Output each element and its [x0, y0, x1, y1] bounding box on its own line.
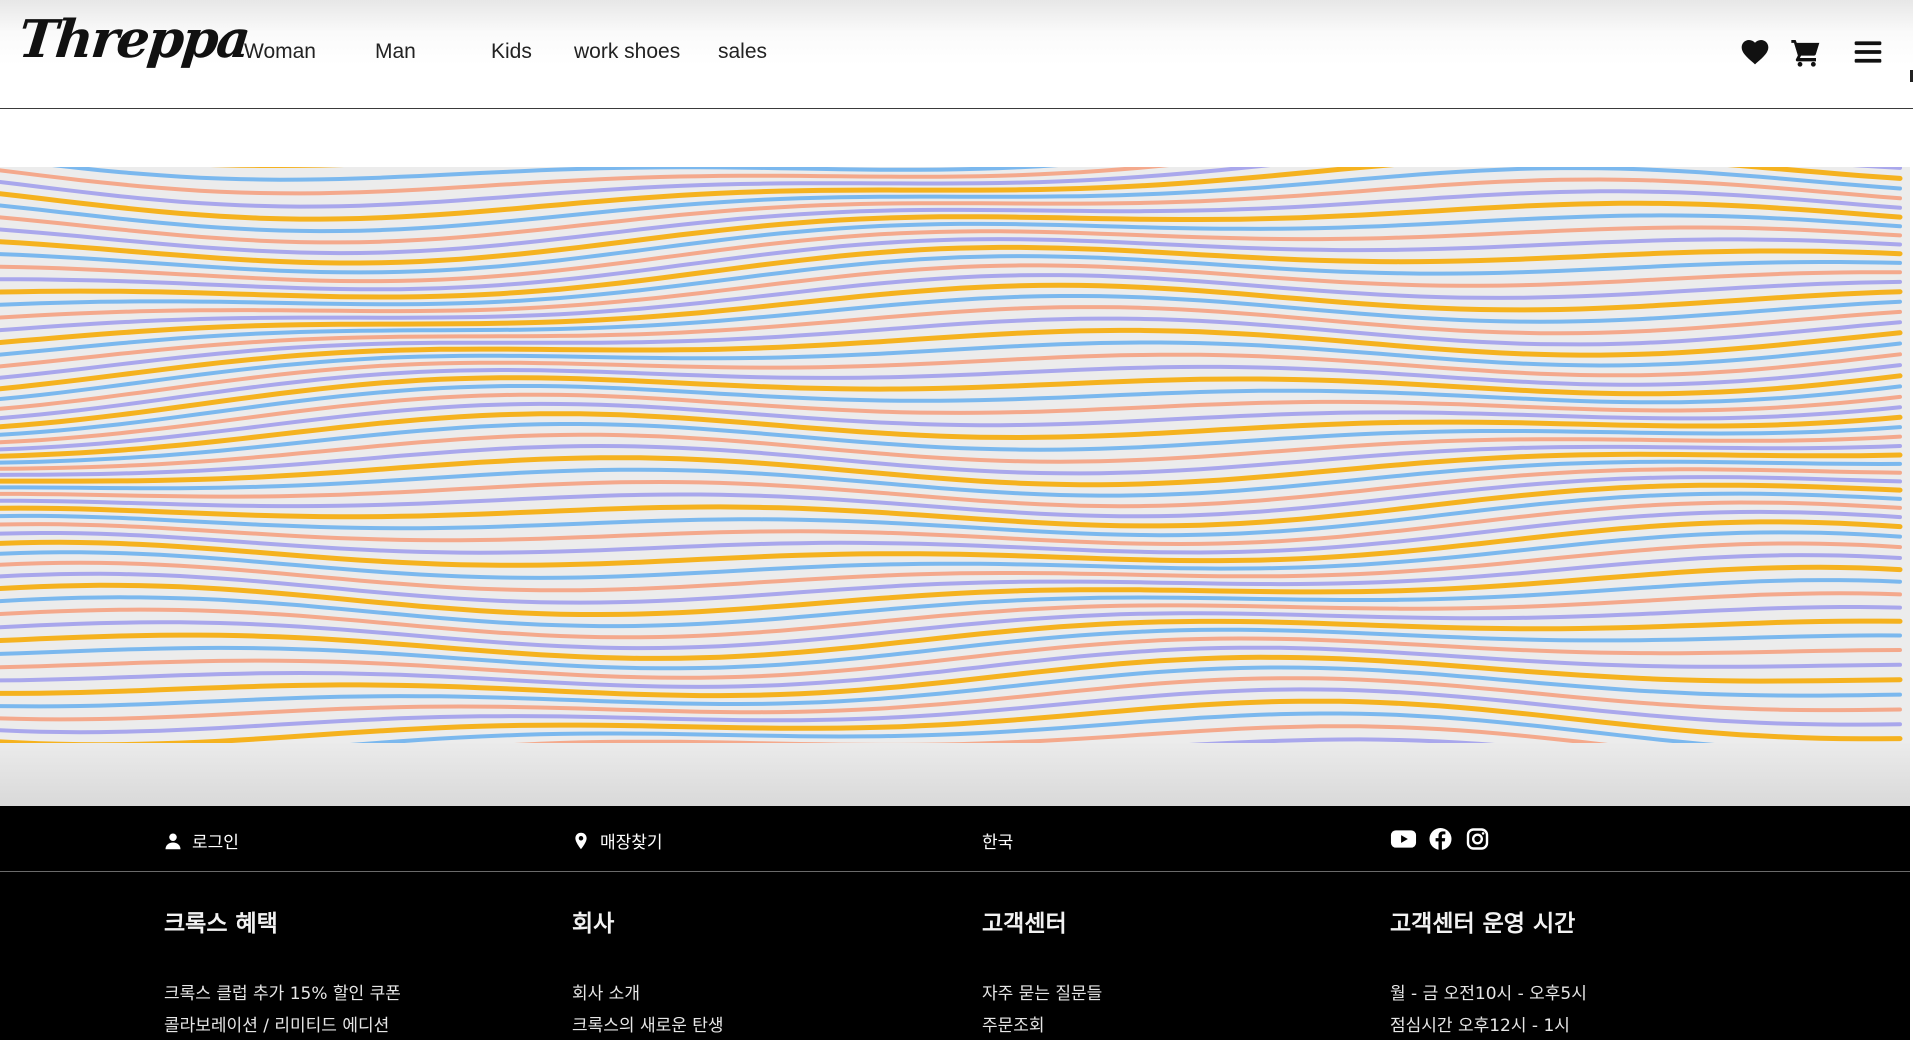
social-links: [1390, 827, 1491, 851]
user-icon: [164, 832, 182, 850]
footer-company-column: 회사 회사 소개 크록스의 새로운 탄생: [572, 904, 724, 1040]
login-label: 로그인: [192, 833, 239, 853]
region-label: 한국: [982, 833, 1014, 853]
store-finder-label: 매장찾기: [600, 833, 663, 853]
store-finder-link[interactable]: 매장찾기: [572, 828, 663, 853]
footer-hours-title: 고객센터 운영 시간: [1390, 911, 1576, 937]
hero-banner[interactable]: [0, 167, 1910, 743]
banner-spacer: [0, 743, 1910, 806]
footer-hours-column: 고객센터 운영 시간 월 - 금 오전10시 - 오후5시 점심시간 오후12시…: [1390, 904, 1587, 1040]
footer: 크록스 혜택 크록스 클럽 추가 15% 할인 쿠폰 콜라보레이션 / 리미티드…: [0, 872, 1910, 1040]
footer-link-collaboration[interactable]: 콜라보레이션 / 리미티드 에디션: [164, 1010, 401, 1040]
youtube-icon[interactable]: [1390, 827, 1417, 851]
nav-work-shoes[interactable]: work shoes: [574, 40, 680, 64]
wave-pattern-image: [0, 167, 1910, 743]
nav-kids[interactable]: Kids: [491, 40, 532, 64]
brand-logo[interactable]: Threppa: [16, 9, 252, 70]
region-selector[interactable]: 한국: [982, 828, 1013, 853]
footer-utility-bar: 로그인 매장찾기 한국: [0, 806, 1910, 872]
footer-link-about[interactable]: 회사 소개: [572, 978, 724, 1010]
instagram-icon[interactable]: [1464, 827, 1491, 851]
facebook-icon[interactable]: [1427, 827, 1454, 851]
footer-link-faq[interactable]: 자주 묻는 질문들: [982, 978, 1102, 1010]
footer-hours-weekday: 월 - 금 오전10시 - 오후5시: [1390, 984, 1587, 1004]
hamburger-menu-icon[interactable]: [1852, 36, 1884, 68]
footer-link-club-coupon[interactable]: 크록스 클럽 추가 15% 할인 쿠폰: [164, 978, 401, 1010]
footer-support-title: 고객센터: [982, 911, 1067, 937]
login-link[interactable]: 로그인: [164, 828, 239, 853]
cart-icon[interactable]: [1790, 36, 1822, 68]
footer-link-new-birth[interactable]: 크록스의 새로운 탄생: [572, 1010, 724, 1040]
footer-hours-lunch: 점심시간 오후12시 - 1시: [1390, 1016, 1570, 1036]
footer-benefits-title: 크록스 혜택: [164, 911, 278, 937]
heart-icon[interactable]: [1739, 36, 1771, 68]
footer-company-title: 회사: [572, 911, 615, 937]
page: Threppa Woman Man Kids work shoes sales …: [0, 0, 1913, 1040]
location-pin-icon: [572, 832, 590, 850]
nav-sales[interactable]: sales: [718, 40, 767, 64]
footer-link-order-lookup[interactable]: 주문조회: [982, 1010, 1102, 1040]
nav-man[interactable]: Man: [375, 40, 416, 64]
footer-benefits-column: 크록스 혜택 크록스 클럽 추가 15% 할인 쿠폰 콜라보레이션 / 리미티드…: [164, 904, 401, 1040]
footer-support-column: 고객센터 자주 묻는 질문들 주문조회: [982, 904, 1102, 1040]
nav-woman[interactable]: Woman: [244, 40, 316, 64]
site-header: Threppa Woman Man Kids work shoes sales: [0, 0, 1913, 109]
